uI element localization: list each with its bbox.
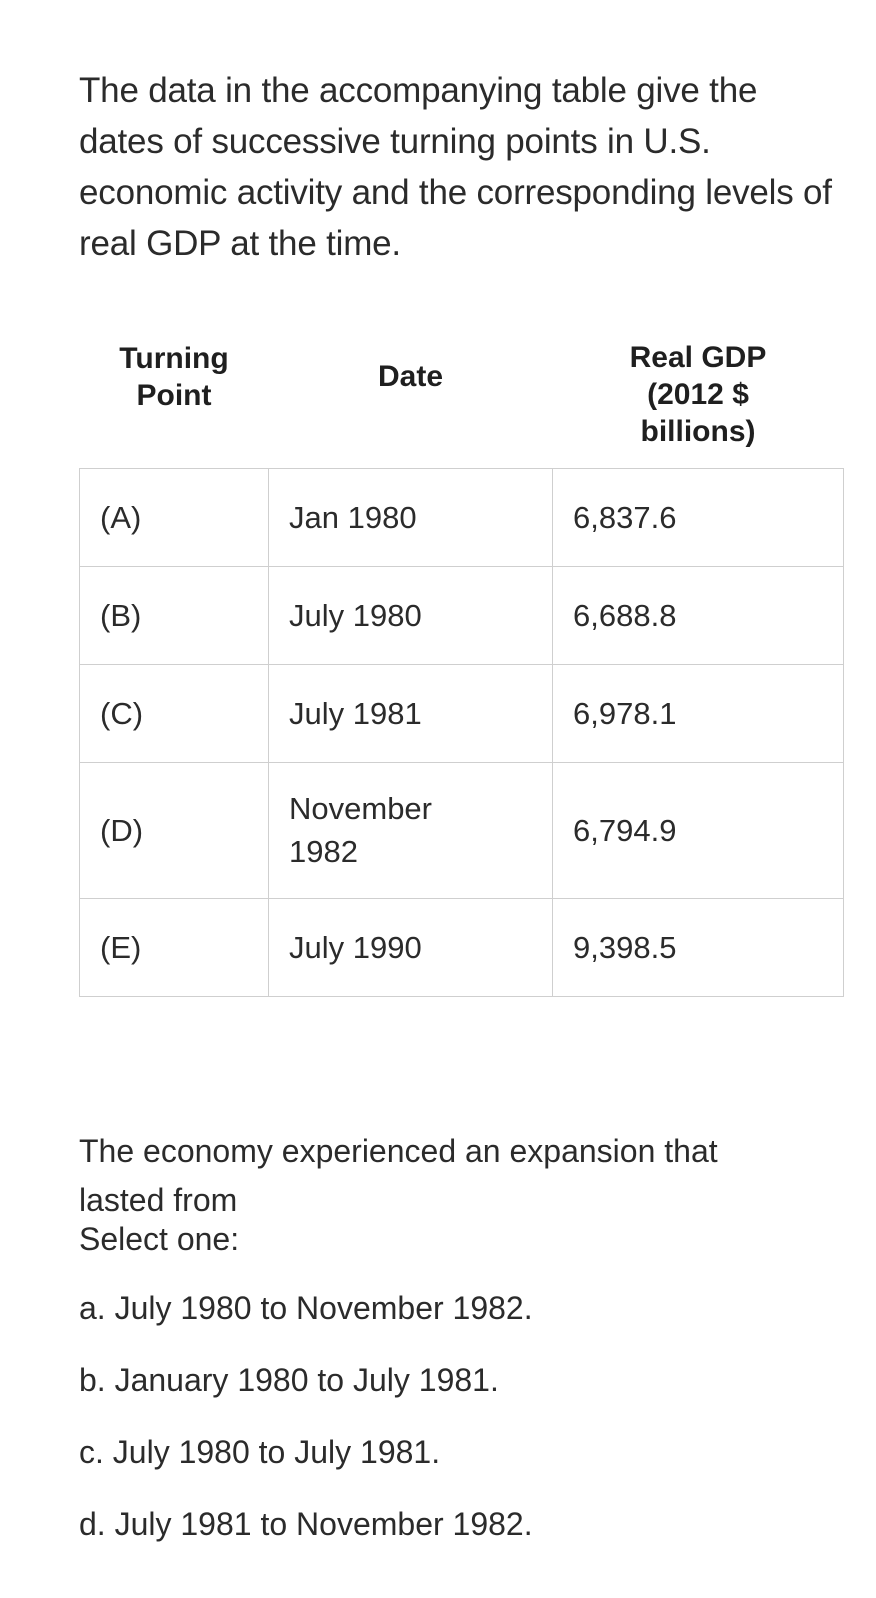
cell-turning-point: (A) — [79, 467, 269, 567]
cell-real-gdp: 9,398.5 — [552, 897, 844, 997]
cell-date: Jan 1980 — [268, 467, 553, 567]
cell-date: November 1982 — [268, 761, 553, 899]
column-header-date: Date — [268, 316, 553, 468]
cell-turning-point: (D) — [79, 761, 269, 899]
cell-date-line-1: November — [289, 791, 432, 826]
answer-option-a[interactable]: a. July 1980 to November 1982. — [79, 1288, 839, 1328]
intro-paragraph: The data in the accompanying table give … — [79, 71, 832, 263]
table-header: Turning Point Date Real GDP (2012 $ bill… — [79, 316, 844, 468]
question-prompt: The economy experienced an expansion tha… — [79, 1133, 718, 1218]
cell-date: July 1981 — [268, 663, 553, 763]
table-row: (A) Jan 1980 6,837.6 — [79, 467, 844, 567]
cell-real-gdp: 6,794.9 — [552, 761, 844, 899]
table-header-row: Turning Point Date Real GDP (2012 $ bill… — [79, 316, 844, 468]
answer-options-list: a. July 1980 to November 1982. b. Januar… — [79, 1288, 839, 1544]
answer-option-b[interactable]: b. January 1980 to July 1981. — [79, 1360, 839, 1400]
cell-date: July 1980 — [268, 565, 553, 665]
table-row: (D) November 1982 6,794.9 — [79, 761, 844, 899]
real-gdp-header-line-1: Real GDP — [629, 340, 767, 374]
cell-date: July 1990 — [268, 897, 553, 997]
cell-turning-point: (E) — [79, 897, 269, 997]
cell-real-gdp: 6,978.1 — [552, 663, 844, 763]
cell-real-gdp: 6,837.6 — [552, 467, 844, 567]
question-page: The data in the accompanying table give … — [0, 0, 876, 1598]
column-header-real-gdp: Real GDP (2012 $ billions) — [552, 316, 844, 468]
cell-date-line-2: 1982 — [289, 834, 358, 869]
answer-option-c[interactable]: c. July 1980 to July 1981. — [79, 1432, 839, 1472]
answer-option-d[interactable]: d. July 1981 to November 1982. — [79, 1504, 839, 1544]
turning-point-header-line-1: Turning — [119, 341, 229, 375]
turning-points-table: Turning Point Date Real GDP (2012 $ bill… — [79, 316, 844, 997]
column-header-turning-point: Turning Point — [79, 316, 269, 468]
real-gdp-header-line-2: (2012 $ — [647, 377, 749, 411]
real-gdp-header-line-3: billions) — [640, 414, 756, 448]
turning-point-header-line-2: Point — [136, 378, 212, 412]
table-row: (B) July 1980 6,688.8 — [79, 565, 844, 665]
cell-real-gdp: 6,688.8 — [552, 565, 844, 665]
table-row: (E) July 1990 9,398.5 — [79, 897, 844, 997]
table-body: (A) Jan 1980 6,837.6 (B) July 1980 6,688… — [79, 467, 844, 997]
table-row: (C) July 1981 6,978.1 — [79, 663, 844, 763]
cell-turning-point: (B) — [79, 565, 269, 665]
select-one-label: Select one: — [79, 1221, 240, 1257]
cell-turning-point: (C) — [79, 663, 269, 763]
